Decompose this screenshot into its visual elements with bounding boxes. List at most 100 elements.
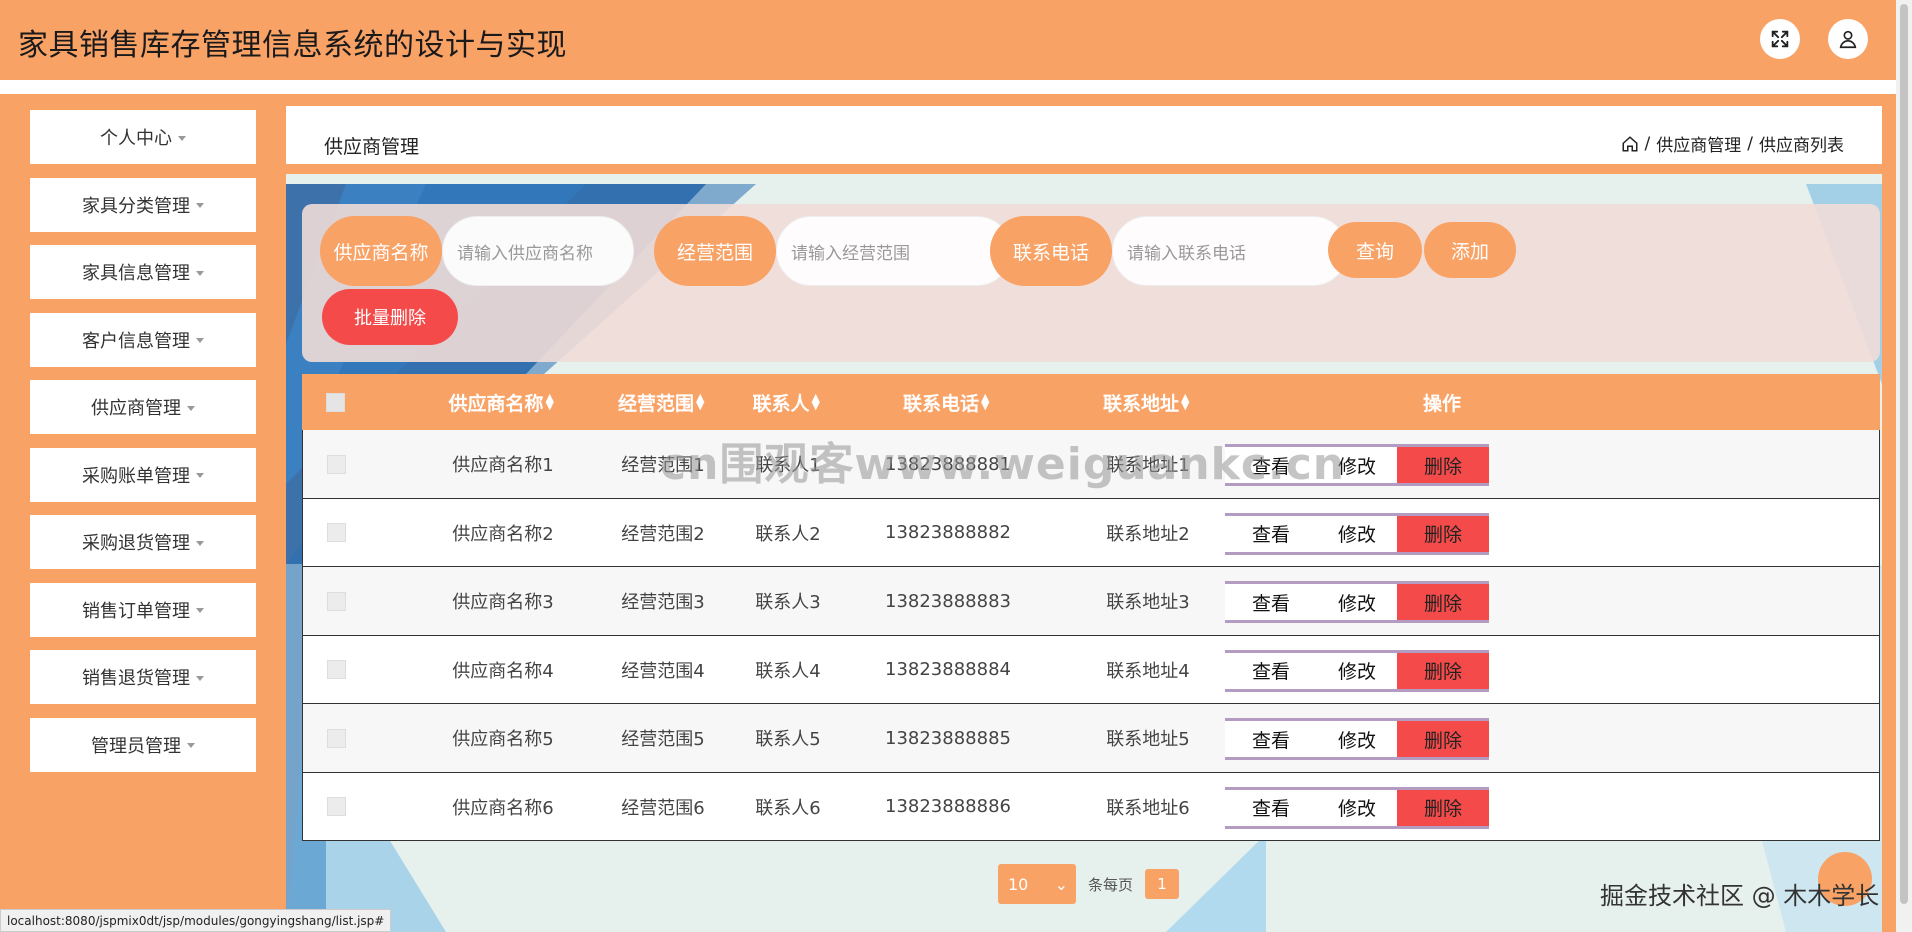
header-label: 联系人 xyxy=(752,392,810,415)
delete-button[interactable]: 删除 xyxy=(1397,444,1489,486)
sort-icon[interactable]: ▲ ▼ xyxy=(546,392,556,411)
cell-address: 联系地址5 xyxy=(1106,729,1190,750)
cell-address: 联系地址2 xyxy=(1106,523,1190,545)
edit-button[interactable]: 修改 xyxy=(1311,649,1403,692)
edit-button[interactable]: 修改 xyxy=(1311,581,1403,623)
edit-button[interactable]: 修改 xyxy=(1311,718,1403,760)
header-address[interactable]: 联系地址 ▲ ▼ xyxy=(1062,374,1232,430)
edit-button[interactable]: 修改 xyxy=(1311,512,1403,555)
row-checkbox[interactable] xyxy=(326,523,346,542)
row-checkbox[interactable] xyxy=(326,591,346,611)
user-icon xyxy=(1839,30,1857,49)
sort-icon[interactable]: ▲ ▼ xyxy=(812,392,822,411)
view-button[interactable]: 查看 xyxy=(1225,786,1317,829)
page-button-current[interactable]: 1 xyxy=(1145,869,1180,899)
cell-supplier-name: 供应商名称6 xyxy=(452,797,554,819)
delete-button[interactable]: 删除 xyxy=(1397,581,1489,623)
home-icon[interactable] xyxy=(1621,135,1639,153)
sidebar-item-profile[interactable]: 个人中心 xyxy=(30,110,256,164)
sidebar: 个人中心 家具分类管理 家具信息管理 客户信息管理 供应商管理 采购账单管理 采… xyxy=(0,94,284,932)
sidebar-item-furniture-info[interactable]: 家具信息管理 xyxy=(30,245,256,299)
sidebar-item-label: 销售退货管理 xyxy=(82,668,190,689)
sidebar-item-label: 采购退货管理 xyxy=(82,533,190,554)
cell-contact: 联系人6 xyxy=(755,797,821,819)
breadcrumb: / 供应商管理 / 供应商列表 xyxy=(1621,131,1844,156)
sidebar-item-purchase-bill[interactable]: 采购账单管理 xyxy=(30,447,256,502)
pagination: 10 ⌄ 条每页 1 xyxy=(998,864,1180,904)
phone-label: 联系电话 xyxy=(990,216,1112,286)
header-contact[interactable]: 联系人 ▲ ▼ xyxy=(722,374,852,430)
cell-supplier-name: 供应商名称1 xyxy=(452,455,554,476)
row-checkbox-cell xyxy=(323,430,349,498)
chevron-down-icon xyxy=(178,135,186,141)
breadcrumb-separator: / xyxy=(1747,133,1753,154)
delete-button[interactable]: 删除 xyxy=(1397,649,1489,692)
user-button[interactable] xyxy=(1828,19,1868,59)
sort-icon[interactable]: ▲ ▼ xyxy=(1181,392,1191,411)
sidebar-item-admin[interactable]: 管理员管理 xyxy=(30,717,256,772)
chevron-down-icon xyxy=(196,473,204,478)
sidebar-item-customer-info[interactable]: 客户信息管理 xyxy=(30,312,256,367)
scrollbar-thumb[interactable] xyxy=(1900,4,1908,904)
breadcrumb-item-supplier[interactable]: 供应商管理 xyxy=(1656,131,1741,156)
add-button[interactable]: 添加 xyxy=(1424,222,1516,278)
delete-button[interactable]: 删除 xyxy=(1397,512,1489,555)
sort-icon[interactable]: ▲ ▼ xyxy=(696,392,706,411)
page-size-select[interactable]: 10 ⌄ xyxy=(998,864,1076,904)
edit-button[interactable]: 修改 xyxy=(1311,786,1403,829)
chevron-down-icon xyxy=(187,743,195,748)
cell-supplier-name: 供应商名称4 xyxy=(452,660,554,682)
cell-phone: 13823888884 xyxy=(885,659,1011,680)
sort-icon[interactable]: ▲ ▼ xyxy=(981,392,991,411)
view-button[interactable]: 查看 xyxy=(1225,512,1317,555)
status-url: localhost:8080/jspmix0dt/jsp/modules/gon… xyxy=(0,909,392,932)
row-checkbox[interactable] xyxy=(326,728,346,748)
search-panel: 供应商名称 请输入供应商名称 经营范围 请输入经营范围 联系电话 请输入联系电话… xyxy=(302,204,1880,362)
sidebar-item-furniture-category[interactable]: 家具分类管理 xyxy=(30,177,256,232)
cell-scope: 经营范围4 xyxy=(621,660,705,682)
sidebar-item-purchase-return[interactable]: 采购退货管理 xyxy=(30,515,256,569)
cell-phone: 13823888882 xyxy=(885,522,1011,543)
phone-input[interactable]: 请输入联系电话 xyxy=(1112,216,1348,286)
row-checkbox-cell xyxy=(323,499,349,567)
delete-button[interactable]: 删除 xyxy=(1397,718,1489,760)
cell-phone: 13823888886 xyxy=(885,796,1011,817)
delete-button[interactable]: 删除 xyxy=(1397,786,1489,829)
scope-input[interactable]: 请输入经营范围 xyxy=(776,216,1012,286)
chevron-down-icon xyxy=(196,270,204,276)
per-page-label: 条每页 xyxy=(1088,875,1134,894)
row-checkbox[interactable] xyxy=(326,797,346,816)
chevron-down-icon xyxy=(196,338,204,343)
header-phone[interactable]: 联系电话 ▲ ▼ xyxy=(862,374,1032,430)
cell-contact: 联系人2 xyxy=(755,523,821,545)
scope-label: 经营范围 xyxy=(654,216,776,286)
view-button[interactable]: 查看 xyxy=(1225,649,1317,692)
view-button[interactable]: 查看 xyxy=(1225,581,1317,623)
row-checkbox[interactable] xyxy=(326,454,346,474)
select-all-checkbox[interactable] xyxy=(325,392,345,412)
header-supplier-name[interactable]: 供应商名称 ▲ ▼ xyxy=(402,374,602,430)
breadcrumb-item-list: 供应商列表 xyxy=(1759,136,1844,156)
query-button[interactable]: 查询 xyxy=(1328,222,1422,278)
cell-scope: 经营范围5 xyxy=(621,729,705,750)
sidebar-item-sales-order[interactable]: 销售订单管理 xyxy=(30,582,256,637)
watermark-text: cn围观客www.weiguankc.cn xyxy=(660,439,1346,490)
cell-scope: 经营范围6 xyxy=(621,797,705,819)
app-title: 家具销售库存管理信息系统的设计与实现 xyxy=(18,28,567,63)
table-header: 供应商名称 ▲ ▼ 经营范围 ▲ ▼ 联系人 ▲ ▼ 联系电话 ▲ ▼ 联系地址 ▲ ▼ 操作 xyxy=(302,374,1880,430)
header-label: 联系地址 xyxy=(1102,392,1179,415)
cell-scope: 经营范围3 xyxy=(621,592,705,613)
fullscreen-button[interactable] xyxy=(1760,19,1800,59)
sidebar-item-supplier[interactable]: 供应商管理 xyxy=(30,380,256,434)
sidebar-item-sales-return[interactable]: 销售退货管理 xyxy=(30,650,256,704)
page-scrollbar[interactable] xyxy=(1896,0,1912,932)
supplier-name-label: 供应商名称 xyxy=(320,216,442,286)
row-checkbox[interactable] xyxy=(326,660,346,679)
chevron-down-icon xyxy=(196,540,204,546)
supplier-name-input[interactable]: 请输入供应商名称 xyxy=(442,216,634,286)
header-scope[interactable]: 经营范围 ▲ ▼ xyxy=(582,374,742,430)
sidebar-item-label: 家具分类管理 xyxy=(82,195,190,217)
main-content: 供应商管理 / 供应商管理 / 供应商列表 供应商名称 请输入供应商名称 经营范… xyxy=(284,94,1896,932)
view-button[interactable]: 查看 xyxy=(1225,718,1317,760)
batch-delete-button[interactable]: 批量删除 xyxy=(322,289,458,345)
